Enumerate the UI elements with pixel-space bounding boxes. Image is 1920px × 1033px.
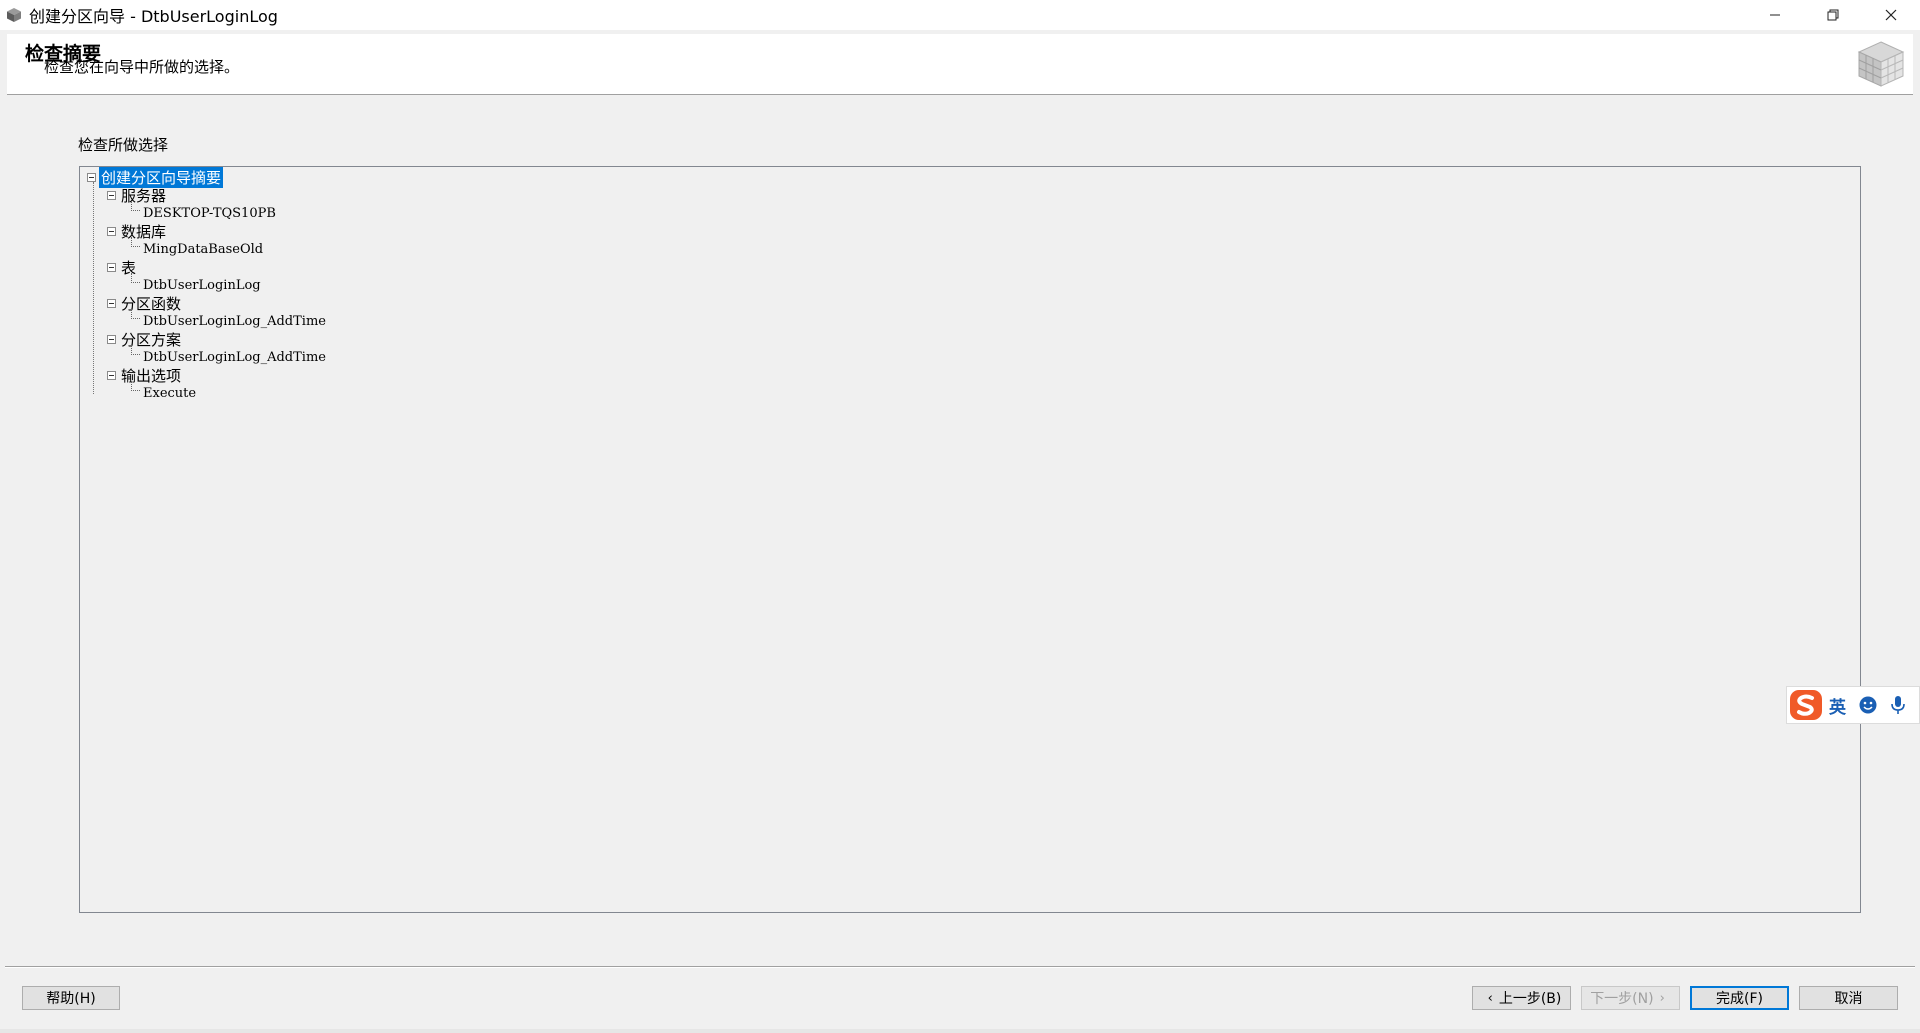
- tree-connector: [131, 273, 140, 283]
- collapse-icon[interactable]: [107, 190, 116, 200]
- cube-graphic-icon: [1855, 38, 1907, 90]
- tree-node-partition-scheme[interactable]: 分区方案: [107, 329, 183, 350]
- ime-toolbar[interactable]: 英: [1786, 686, 1920, 724]
- tree-group-label[interactable]: 分区方案: [119, 329, 183, 350]
- tree-connector: [131, 237, 140, 247]
- sogou-logo-icon[interactable]: [1787, 687, 1825, 723]
- window-title: 创建分区向导 - DtbUserLoginLog: [29, 7, 278, 26]
- chevron-left-icon: ‹: [1487, 990, 1493, 1006]
- tree-leaf[interactable]: DtbUserLoginLog_AddTime: [141, 312, 328, 330]
- chevron-right-icon: ›: [1659, 990, 1665, 1006]
- finish-button[interactable]: 完成(F): [1690, 986, 1789, 1010]
- back-button[interactable]: ‹ 上一步(B): [1472, 986, 1571, 1010]
- collapse-icon[interactable]: [107, 334, 116, 344]
- window-controls: [1746, 0, 1920, 30]
- collapse-icon[interactable]: [107, 298, 116, 308]
- tree-node-root[interactable]: 创建分区向导摘要: [87, 166, 224, 188]
- title-bar: 创建分区向导 - DtbUserLoginLog: [0, 0, 1920, 30]
- emoji-icon[interactable]: [1858, 695, 1878, 715]
- collapse-icon[interactable]: [107, 370, 116, 380]
- help-button-label: 帮助(H): [46, 991, 96, 1007]
- tree-connector: [131, 381, 140, 391]
- tree-leaf[interactable]: Execute: [141, 384, 198, 402]
- tree-node-output-options[interactable]: 输出选项: [107, 365, 183, 386]
- tree-leaf[interactable]: DtbUserLoginLog: [141, 276, 263, 294]
- tree-leaf-label[interactable]: MingDataBaseOld: [141, 242, 265, 257]
- finish-button-label: 完成(F): [1716, 991, 1763, 1007]
- tree-leaf[interactable]: DESKTOP-TQS10PB: [141, 204, 278, 222]
- tree-leaf-label[interactable]: DtbUserLoginLog: [141, 278, 263, 293]
- tree-leaf[interactable]: DtbUserLoginLog_AddTime: [141, 348, 328, 366]
- review-label: 检查所做选择: [78, 136, 169, 154]
- wizard-header: 检查摘要 检查您在向导中所做的选择。: [7, 34, 1913, 95]
- page-subtitle: 检查您在向导中所做的选择。: [44, 58, 240, 76]
- tree-leaf-label[interactable]: DESKTOP-TQS10PB: [141, 206, 278, 221]
- collapse-icon[interactable]: [87, 172, 96, 182]
- collapse-icon[interactable]: [107, 226, 116, 236]
- ime-language-toggle[interactable]: 英: [1829, 693, 1846, 718]
- restore-button[interactable]: [1804, 0, 1862, 30]
- minimize-button[interactable]: [1746, 0, 1804, 30]
- tree-connector: [131, 345, 140, 355]
- wizard-app-icon: [3, 4, 25, 26]
- tree-node-partition-function[interactable]: 分区函数: [107, 293, 183, 314]
- tree-group-label[interactable]: 服务器: [119, 185, 168, 206]
- tree-leaf[interactable]: MingDataBaseOld: [141, 240, 265, 258]
- tree-leaf-label[interactable]: DtbUserLoginLog_AddTime: [141, 314, 328, 329]
- microphone-icon[interactable]: [1890, 695, 1906, 715]
- tree-group-label[interactable]: 输出选项: [119, 365, 183, 386]
- cancel-button-label: 取消: [1834, 991, 1863, 1007]
- cancel-button[interactable]: 取消: [1799, 986, 1898, 1010]
- help-button[interactable]: 帮助(H): [22, 986, 120, 1010]
- tree-leaf-label[interactable]: DtbUserLoginLog_AddTime: [141, 350, 328, 365]
- tree-group-label[interactable]: 数据库: [119, 221, 168, 242]
- footer-separator: [5, 966, 1915, 968]
- back-button-label: 上一步(B): [1498, 991, 1562, 1007]
- tree-guide-line: [93, 182, 94, 394]
- next-button[interactable]: 下一步(N) ›: [1581, 986, 1680, 1010]
- summary-tree[interactable]: 创建分区向导摘要 服务器 DESKTOP-TQS10PB 数据库 MingDat…: [79, 166, 1861, 913]
- close-button[interactable]: [1862, 0, 1920, 30]
- tree-connector: [131, 201, 140, 211]
- tree-leaf-label[interactable]: Execute: [141, 386, 198, 401]
- next-button-label: 下一步(N): [1590, 991, 1654, 1007]
- collapse-icon[interactable]: [107, 262, 116, 272]
- tree-connector: [131, 309, 140, 319]
- tree-group-label[interactable]: 分区函数: [119, 293, 183, 314]
- bottom-edge: [0, 1029, 1920, 1033]
